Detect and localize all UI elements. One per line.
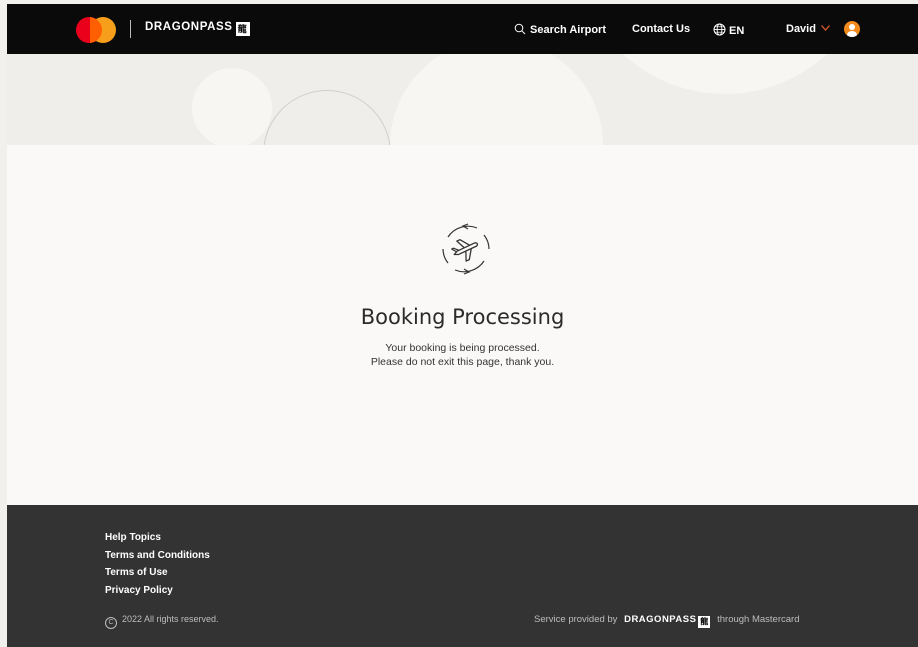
user-avatar-icon[interactable]	[844, 21, 860, 37]
top-navigation-bar: DRAGONPASS 龍 Search Airport Contact Us EN…	[7, 4, 918, 54]
footer-link-privacy-policy[interactable]: Privacy Policy	[105, 585, 173, 596]
dragonpass-wordmark: DRAGONPASS	[145, 21, 233, 33]
footer-link-terms-of-use[interactable]: Terms of Use	[105, 567, 168, 578]
search-icon	[514, 23, 526, 35]
footer-dragonpass-mark: 龍	[698, 616, 711, 628]
service-provider-note: Service provided by DRAGONPASS 龍 through …	[534, 614, 799, 628]
search-airport-label: Search Airport	[530, 24, 607, 36]
copyright-text: 2022 All rights reserved.	[122, 614, 219, 624]
mastercard-overlap	[90, 17, 102, 43]
copyright-notice: C 2022 All rights reserved.	[105, 614, 219, 629]
globe-icon	[713, 23, 726, 36]
dragonpass-logo[interactable]: DRAGONPASS 龍	[145, 21, 250, 36]
page-title: Booking Processing	[360, 305, 565, 329]
contact-us-link[interactable]: Contact Us	[632, 23, 690, 35]
footer-link-terms-conditions[interactable]: Terms and Conditions	[105, 550, 210, 561]
banner-circle-small	[192, 68, 272, 145]
footer-link-help-topics[interactable]: Help Topics	[105, 532, 161, 543]
logo-divider	[130, 20, 131, 38]
language-label: EN	[729, 25, 745, 37]
page-frame: DRAGONPASS 龍 Search Airport Contact Us EN…	[7, 4, 918, 647]
avatar-head	[849, 24, 855, 30]
hero-banner	[7, 54, 918, 145]
banner-circle-outline	[263, 90, 391, 145]
service-suffix: through Mastercard	[717, 614, 800, 625]
status-message-line1: Your booking is being processed.	[385, 342, 540, 354]
footer-dragonpass-logo: DRAGONPASS 龍	[624, 614, 711, 628]
avatar-body	[847, 31, 857, 37]
booking-status-section: Booking Processing Your booking is being…	[7, 145, 918, 505]
language-selector[interactable]: EN	[713, 23, 744, 37]
mastercard-logo[interactable]	[76, 17, 118, 43]
contact-us-label: Contact Us	[632, 23, 691, 35]
user-name: David	[786, 23, 816, 35]
copyright-icon: C	[105, 617, 117, 629]
banner-circle-large	[390, 54, 603, 145]
footer-dragonpass-wordmark: DRAGONPASS	[624, 614, 697, 625]
plane-refresh-icon	[442, 223, 490, 275]
service-prefix: Service provided by	[534, 614, 618, 625]
site-footer: Help Topics Terms and Conditions Terms o…	[7, 505, 918, 647]
search-airport-button[interactable]: Search Airport	[514, 23, 606, 36]
status-message-line2: Please do not exit this page, thank you.	[370, 356, 555, 368]
banner-circle-right	[575, 54, 875, 94]
dragonpass-mark: 龍	[235, 22, 250, 36]
user-menu[interactable]: David	[786, 23, 831, 35]
chevron-down-icon	[821, 24, 831, 35]
